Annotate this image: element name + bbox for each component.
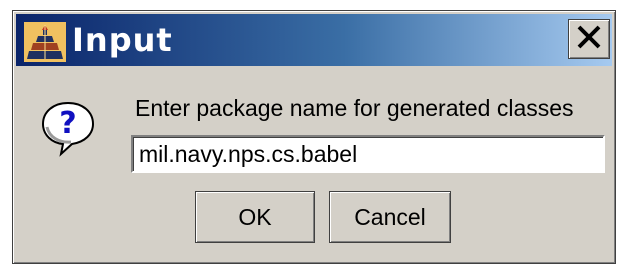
input-dialog: Input ? Enter package name for generated… [12,10,616,264]
cancel-button[interactable]: Cancel [329,191,451,243]
package-name-input[interactable] [131,135,605,173]
prompt-label: Enter package name for generated classes [135,95,574,121]
question-icon: ? [39,99,97,157]
close-icon [575,23,603,56]
title-bar[interactable]: Input [16,14,612,66]
ok-button[interactable]: OK [195,191,315,243]
svg-text:?: ? [59,106,76,141]
close-button[interactable] [568,19,610,59]
java-cup-icon [24,22,66,62]
dialog-title: Input [72,21,173,59]
